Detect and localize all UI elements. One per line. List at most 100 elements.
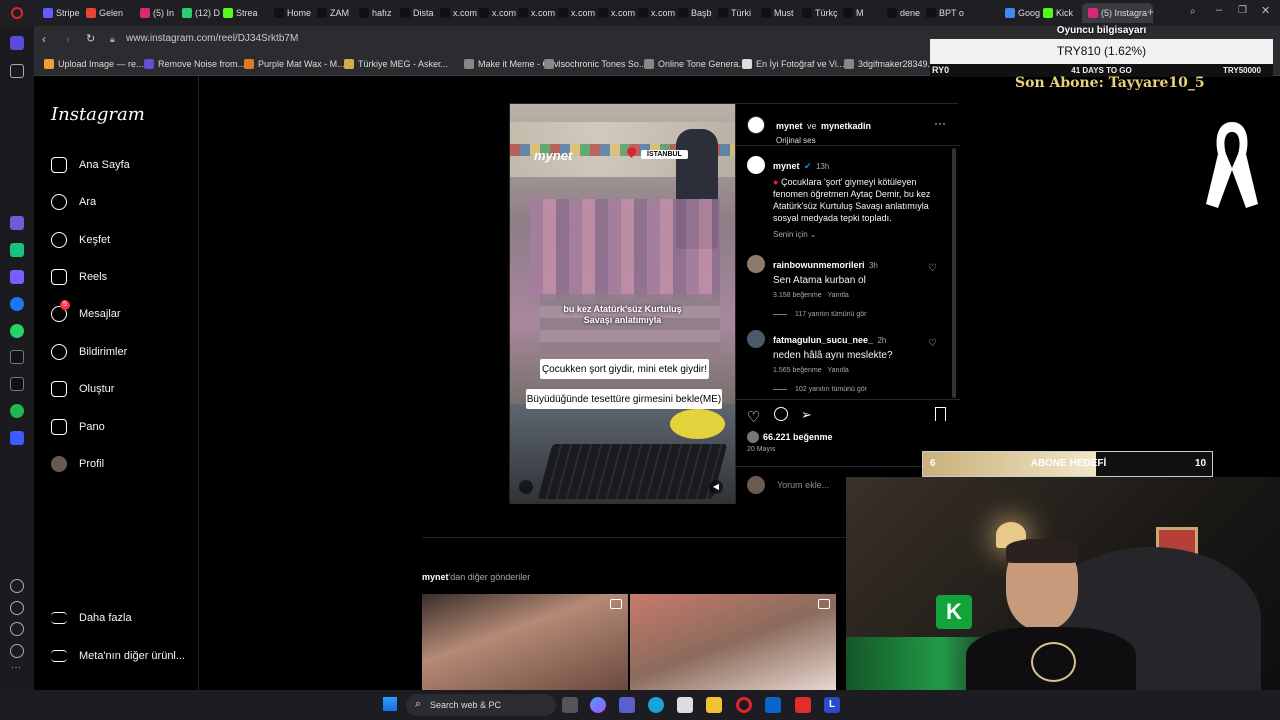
- author-username[interactable]: mynet: [776, 121, 803, 131]
- browser-tab[interactable]: Kick: [1043, 3, 1073, 23]
- browser-tab[interactable]: Türki: [718, 3, 751, 23]
- browser-tab[interactable]: (12) D: [182, 3, 220, 23]
- browser-tab[interactable]: Home: [274, 3, 311, 23]
- taskbar-search[interactable]: ⌕ Search web & PC: [406, 694, 556, 716]
- player-icon[interactable]: [10, 431, 24, 445]
- browser-tab-active[interactable]: (5) Instagra: [1082, 3, 1154, 23]
- reload-icon[interactable]: ↻: [86, 32, 95, 45]
- view-replies-link[interactable]: 117 yanıtın tümünü gör: [795, 311, 866, 318]
- share-icon[interactable]: ➢: [801, 407, 812, 423]
- browser-tab[interactable]: BPT o: [926, 3, 964, 23]
- l-app-icon[interactable]: L: [824, 697, 840, 713]
- outlook-icon[interactable]: [765, 697, 781, 713]
- comment-like-icon[interactable]: ♡: [928, 338, 937, 349]
- opera-logo-icon[interactable]: [11, 7, 23, 19]
- more-posts-user[interactable]: mynet: [422, 572, 449, 582]
- new-tab-icon[interactable]: +: [1147, 5, 1154, 19]
- comment-likes[interactable]: 1.565 beğenme: [773, 367, 822, 374]
- bookmark-item[interactable]: Remove Noise from...: [144, 59, 245, 69]
- browser-tab[interactable]: ZAM: [317, 3, 349, 23]
- winrar-icon[interactable]: [795, 697, 811, 713]
- nav-item-profil[interactable]: Profil: [51, 453, 104, 475]
- browser-tab[interactable]: Türkç: [802, 3, 838, 23]
- browser-tab[interactable]: Stripe: [43, 3, 80, 23]
- more-options-icon[interactable]: ···: [934, 116, 946, 130]
- comment-icon[interactable]: [774, 407, 788, 421]
- browser-tab[interactable]: x.com: [440, 3, 477, 23]
- windows-start-icon[interactable]: [383, 697, 397, 711]
- tiktok-icon[interactable]: [10, 350, 24, 364]
- bookmark-item[interactable]: En İyi Fotoğraf ve Vi...: [742, 59, 844, 69]
- commenter-avatar[interactable]: [747, 255, 765, 273]
- browser-tab[interactable]: x.com: [598, 3, 635, 23]
- browser-tab[interactable]: x.com: [558, 3, 595, 23]
- tagged-user-icon[interactable]: [519, 480, 533, 494]
- browser-tab[interactable]: Gelen: [86, 3, 123, 23]
- browser-tab[interactable]: M: [843, 3, 864, 23]
- commenter-avatar[interactable]: [747, 330, 765, 348]
- reply-button[interactable]: Yanıtla: [828, 292, 849, 299]
- comment-like-icon[interactable]: ♡: [928, 263, 937, 274]
- browser-tab[interactable]: Başb: [678, 3, 712, 23]
- bookmark-item[interactable]: Purple Mat Wax - M...: [244, 59, 345, 69]
- browser-tab[interactable]: Dista: [400, 3, 434, 23]
- browser-tab[interactable]: hafız: [359, 3, 392, 23]
- back-icon[interactable]: ‹: [42, 32, 46, 46]
- more-options-icon[interactable]: ···: [11, 662, 21, 673]
- reply-button[interactable]: Yanıtla: [828, 367, 849, 374]
- bookmark-item[interactable]: Upload Image — re...: [44, 59, 144, 69]
- chatgpt-icon[interactable]: [10, 243, 24, 257]
- instagram-logo[interactable]: Instagram: [51, 104, 145, 125]
- nav-item-pano[interactable]: Pano: [51, 416, 105, 438]
- caption-username[interactable]: mynet: [773, 161, 800, 171]
- star-icon[interactable]: [10, 64, 24, 78]
- opera-taskbar-icon[interactable]: [736, 697, 752, 713]
- grid-post-2[interactable]: [630, 594, 836, 690]
- url-field[interactable]: www.instagram.com/reel/DJ34Srktb7M: [126, 33, 298, 44]
- nav-item-reels[interactable]: Reels: [51, 266, 107, 288]
- search-tabs-icon[interactable]: ⌕: [1190, 6, 1196, 17]
- browser-tab[interactable]: Must: [761, 3, 794, 23]
- lightbulb-icon[interactable]: [10, 644, 24, 658]
- store-icon[interactable]: [677, 697, 693, 713]
- grid-post-1[interactable]: [422, 594, 628, 690]
- likes-count[interactable]: 66.221 beğenme: [763, 432, 833, 442]
- reel-video[interactable]: mynet İSTANBUL bu kez Atatürk'süz Kurtul…: [510, 104, 735, 504]
- browser-tab[interactable]: x.com: [479, 3, 516, 23]
- maximize-icon[interactable]: ❐: [1238, 5, 1247, 16]
- comments-scrollbar[interactable]: [952, 148, 956, 398]
- collab-username[interactable]: mynetkadin: [821, 121, 871, 131]
- browser-tab[interactable]: Goog: [1005, 3, 1040, 23]
- file-explorer-icon[interactable]: [706, 697, 722, 713]
- nav-item-keşfet[interactable]: Keşfet: [51, 229, 110, 251]
- bookmark-item[interactable]: Online Tone Genera...: [644, 59, 746, 69]
- x-icon[interactable]: [10, 377, 24, 391]
- comment-likes[interactable]: 3.158 beğenme: [773, 292, 822, 299]
- nav-item-bildirimler[interactable]: Bildirimler: [51, 341, 127, 363]
- commenter-username[interactable]: fatmagulun_sucu_nee_: [773, 335, 873, 345]
- for-you-filter[interactable]: Senin için ⌄: [773, 230, 817, 239]
- copilot-icon[interactable]: [590, 697, 606, 713]
- nav-item-meta-products[interactable]: Meta'nın diğer ürünl...: [51, 645, 185, 667]
- history-icon[interactable]: [10, 601, 24, 615]
- browser-tab[interactable]: (5) In: [140, 3, 174, 23]
- bookmark-item[interactable]: Türkiye MEG - Asker...: [344, 59, 448, 69]
- messenger-app-icon[interactable]: [10, 297, 24, 311]
- like-icon[interactable]: ♡: [747, 408, 760, 426]
- heart-outline-icon[interactable]: [10, 579, 24, 593]
- cs-icon[interactable]: [10, 270, 24, 284]
- author-avatar[interactable]: [747, 116, 765, 134]
- nav-item-oluştur[interactable]: Oluştur: [51, 378, 114, 400]
- view-replies-link[interactable]: 102 yanıtın tümünü gör: [795, 386, 867, 393]
- settings-icon[interactable]: [10, 622, 24, 636]
- browser-tab[interactable]: x.com: [518, 3, 555, 23]
- forward-icon[interactable]: ›: [66, 32, 70, 46]
- browser-tab[interactable]: x.com: [638, 3, 675, 23]
- commenter-username[interactable]: rainbowunmemorileri: [773, 260, 865, 270]
- minimize-icon[interactable]: –: [1216, 4, 1222, 16]
- home-icon[interactable]: [10, 36, 24, 50]
- bookmark-item[interactable]: Isochronic Tones So...: [544, 59, 646, 69]
- nav-item-ara[interactable]: Ara: [51, 191, 96, 213]
- browser-tab[interactable]: dene: [887, 3, 920, 23]
- edge-icon[interactable]: [648, 697, 664, 713]
